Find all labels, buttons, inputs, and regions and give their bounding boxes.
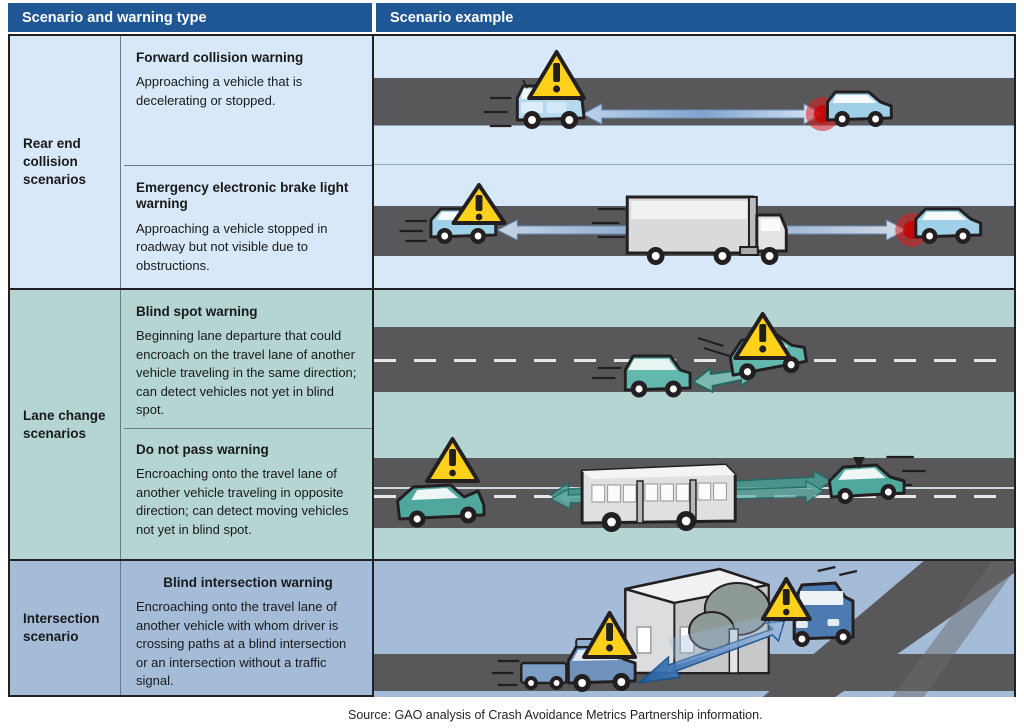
row-divider bbox=[124, 165, 372, 166]
scene-vehicles bbox=[591, 312, 808, 398]
row-divider bbox=[124, 428, 372, 429]
oncoming-vehicle-car bbox=[827, 457, 906, 504]
row-blind-intersection-warning: Blind intersection warning Encroaching o… bbox=[122, 575, 370, 691]
row-title: Do not pass warning bbox=[136, 442, 269, 457]
group-label-text: Rear end collision scenarios bbox=[23, 136, 87, 187]
group-label-text: Lane change scenarios bbox=[23, 407, 106, 441]
column-divider-label bbox=[120, 561, 121, 695]
column-divider-label bbox=[120, 36, 121, 288]
illustration-forward-collision-warning bbox=[374, 36, 1014, 173]
warning-triangle-icon bbox=[733, 312, 793, 360]
illustration-do-not-pass-warning bbox=[374, 429, 1014, 561]
host-vehicle-suv bbox=[623, 354, 692, 398]
warning-triangle-icon bbox=[425, 437, 481, 483]
obstructing-truck bbox=[625, 195, 788, 265]
source-note: Source: GAO analysis of Crash Avoidance … bbox=[348, 708, 763, 722]
section-intersection: Intersection scenario Blind intersection… bbox=[10, 559, 1014, 697]
illustration-blind-spot-warning bbox=[374, 290, 1014, 429]
table-header: Scenario and warning type Scenario examp… bbox=[8, 3, 1016, 32]
section-lane-change: Lane change scenarios Blind spot warning… bbox=[10, 288, 1014, 561]
warning-triangle-icon bbox=[451, 183, 507, 225]
text-column-intersection: Blind intersection warning Encroaching o… bbox=[122, 561, 370, 695]
row-blind-spot-warning: Blind spot warning Beginning lane depart… bbox=[122, 304, 370, 420]
group-label-intersection: Intersection scenario bbox=[10, 561, 120, 695]
row-title: Forward collision warning bbox=[136, 50, 304, 65]
warning-range-arrow-icon bbox=[582, 103, 824, 125]
row-title: Emergency electronic brake light warning bbox=[136, 180, 349, 212]
illustration-emergency-electronic-brake-light-warning bbox=[374, 173, 1014, 288]
scenario-table: Rear end collision scenarios Forward col… bbox=[8, 34, 1016, 697]
group-label-text: Intersection scenario bbox=[23, 611, 100, 644]
warning-triangle-icon bbox=[527, 50, 587, 100]
scene-intersection bbox=[491, 561, 1014, 697]
row-emergency-electronic-brake-light-warning: Emergency electronic brake light warning… bbox=[122, 180, 370, 275]
row-description: Encroaching onto the travel lane of anot… bbox=[136, 599, 347, 689]
row-title: Blind intersection warning bbox=[163, 575, 333, 590]
bus bbox=[580, 463, 737, 532]
row-description: Approaching a vehicle stopped in roadway… bbox=[136, 220, 328, 273]
row-forward-collision-warning: Forward collision warning Approaching a … bbox=[122, 50, 370, 110]
motion-lines-icon bbox=[483, 96, 512, 128]
row-description: Approaching a vehicle that is decelerati… bbox=[136, 74, 303, 108]
header-scenario-example: Scenario example bbox=[376, 3, 1016, 32]
section-rear-end-collision: Rear end collision scenarios Forward col… bbox=[10, 36, 1014, 288]
text-column-rear-end: Forward collision warning Approaching a … bbox=[122, 36, 372, 288]
scene-vehicles bbox=[396, 437, 926, 532]
group-label-rear-end: Rear end collision scenarios bbox=[10, 36, 120, 288]
row-description: Encroaching onto the travel lane of anot… bbox=[136, 466, 349, 537]
scene-vehicles bbox=[483, 50, 893, 131]
header-scenario-and-warning-type: Scenario and warning type bbox=[8, 3, 372, 32]
column-divider-label bbox=[120, 290, 121, 559]
row-title: Blind spot warning bbox=[136, 304, 258, 319]
figure-root: Scenario and warning type Scenario examp… bbox=[0, 0, 1024, 728]
group-label-lane-change: Lane change scenarios bbox=[10, 290, 120, 559]
row-do-not-pass-warning: Do not pass warning Encroaching onto the… bbox=[122, 442, 370, 539]
row-description: Beginning lane departure that could encr… bbox=[136, 328, 357, 418]
lead-vehicle-car bbox=[805, 90, 893, 131]
scene-vehicles bbox=[399, 183, 983, 265]
host-vehicle-pickup bbox=[396, 483, 486, 528]
text-column-lane-change: Blind spot warning Beginning lane depart… bbox=[122, 290, 372, 559]
illustration-blind-intersection-warning bbox=[374, 561, 1014, 697]
stopped-vehicle-car bbox=[895, 207, 983, 247]
